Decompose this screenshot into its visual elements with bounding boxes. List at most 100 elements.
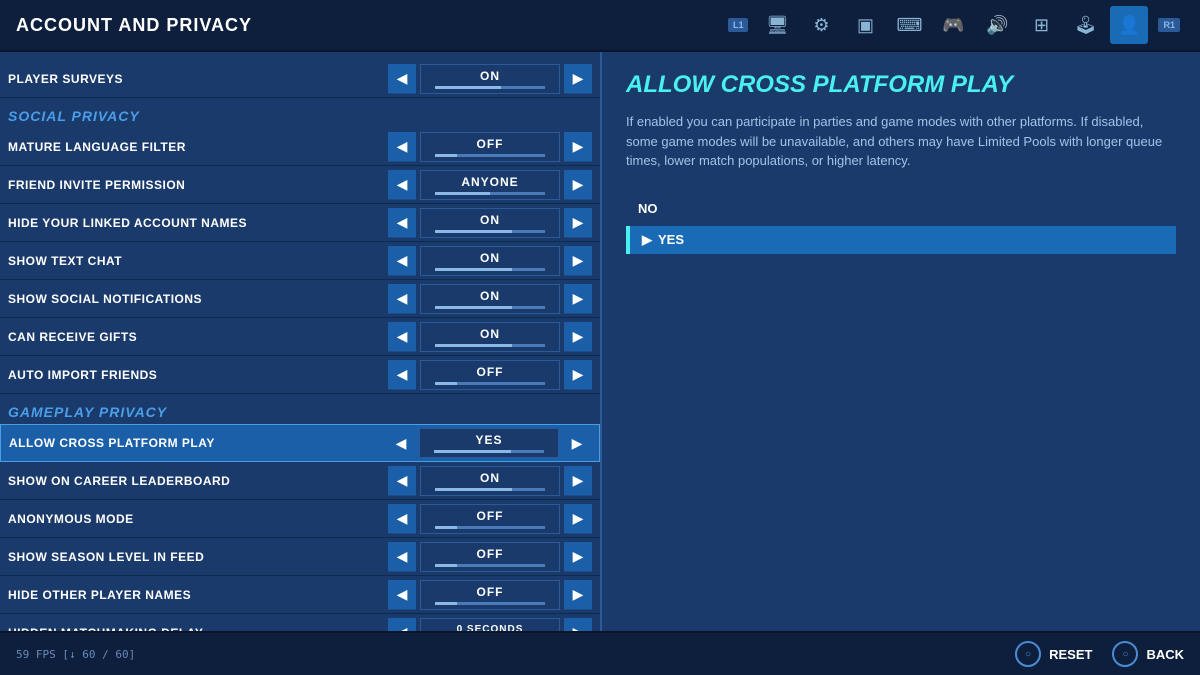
auto-import-slider	[435, 382, 545, 385]
setting-row-show-social: SHOW SOCIAL NOTIFICATIONS ◀ ON ▶	[0, 280, 600, 318]
player-surveys-right-btn[interactable]: ▶	[564, 64, 592, 94]
nav-icon-network[interactable]: ⊞	[1022, 6, 1060, 44]
receive-gifts-right-btn[interactable]: ▶	[564, 322, 592, 352]
reset-label: RESET	[1049, 647, 1092, 662]
receive-gifts-left-btn[interactable]: ◀	[388, 322, 416, 352]
auto-import-left-btn[interactable]: ◀	[388, 360, 416, 390]
anonymous-label: ANONYMOUS MODE	[8, 512, 388, 526]
mature-language-right-btn[interactable]: ▶	[564, 132, 592, 162]
nav-icon-speaker[interactable]: 🔊	[978, 6, 1016, 44]
show-social-right-btn[interactable]: ▶	[564, 284, 592, 314]
nav-icon-gamepad[interactable]: 🕹	[1066, 6, 1104, 44]
setting-row-hide-players: HIDE OTHER PLAYER NAMES ◀ OFF ▶	[0, 576, 600, 614]
setting-row-friend-invite: FRIEND INVITE PERMISSION ◀ ANYONE ▶	[0, 166, 600, 204]
hide-players-value-box: OFF	[420, 580, 560, 610]
anonymous-left-btn[interactable]: ◀	[388, 504, 416, 534]
friend-invite-left-btn[interactable]: ◀	[388, 170, 416, 200]
show-text-chat-right-btn[interactable]: ▶	[564, 246, 592, 276]
left-panel: PLAYER SURVEYS ◀ ON ▶ SOCIAL PRIVACY MAT…	[0, 52, 600, 631]
player-surveys-value-box: ON	[420, 64, 560, 94]
setting-row-season-level: SHOW SEASON LEVEL IN FEED ◀ OFF ▶	[0, 538, 600, 576]
option-list: NO ▶YES	[626, 195, 1176, 254]
mature-language-label: MATURE LANGUAGE FILTER	[8, 140, 388, 154]
cross-platform-right-btn[interactable]: ▶	[563, 428, 591, 458]
option-no[interactable]: NO	[626, 195, 1176, 222]
reset-icon: ○	[1015, 641, 1041, 667]
anonymous-right-btn[interactable]: ▶	[564, 504, 592, 534]
receive-gifts-slider	[435, 344, 545, 347]
option-yes[interactable]: ▶YES	[626, 226, 1176, 254]
nav-icon-person[interactable]: 👤	[1110, 6, 1148, 44]
nav-icon-controller1[interactable]: 🎮	[934, 6, 972, 44]
career-leaderboard-control: ◀ ON ▶	[388, 466, 592, 496]
nav-icon-gear[interactable]: ⚙	[802, 6, 840, 44]
nav-icon-monitor[interactable]: 🖥	[758, 6, 796, 44]
hide-players-right-btn[interactable]: ▶	[564, 580, 592, 610]
setting-row-auto-import: AUTO IMPORT FRIENDS ◀ OFF ▶	[0, 356, 600, 394]
matchmaking-delay-left-btn[interactable]: ◀	[388, 618, 416, 632]
setting-row-cross-platform[interactable]: ALLOW CROSS PLATFORM PLAY ◀ YES ▶	[0, 424, 600, 462]
season-level-value: OFF	[477, 547, 504, 561]
option-arrow: ▶	[642, 232, 652, 247]
detail-description: If enabled you can participate in partie…	[626, 112, 1176, 171]
setting-row-anonymous: ANONYMOUS MODE ◀ OFF ▶	[0, 500, 600, 538]
l1-badge[interactable]: L1	[728, 18, 749, 32]
show-social-value: ON	[480, 289, 500, 303]
career-leaderboard-label: SHOW ON CAREER LEADERBOARD	[8, 474, 388, 488]
auto-import-right-btn[interactable]: ▶	[564, 360, 592, 390]
setting-row-mature-language: MATURE LANGUAGE FILTER ◀ OFF ▶	[0, 128, 600, 166]
hide-linked-right-btn[interactable]: ▶	[564, 208, 592, 238]
hide-players-label: HIDE OTHER PLAYER NAMES	[8, 588, 388, 602]
matchmaking-delay-control: ◀ 0 Seconds ▶	[388, 618, 592, 632]
nav-icons: L1 🖥 ⚙ ▣ ⌨ 🎮 🔊 ⊞ 🕹 👤 R1	[724, 6, 1184, 44]
right-panel: ALLOW CROSS PLATFORM PLAY If enabled you…	[602, 52, 1200, 631]
season-level-left-btn[interactable]: ◀	[388, 542, 416, 572]
cross-platform-value-box: YES	[419, 428, 559, 458]
show-text-chat-control: ◀ ON ▶	[388, 246, 592, 276]
show-text-chat-label: SHOW TEXT CHAT	[8, 254, 388, 268]
nav-icon-display[interactable]: ▣	[846, 6, 884, 44]
matchmaking-delay-right-btn[interactable]: ▶	[564, 618, 592, 632]
main-content: PLAYER SURVEYS ◀ ON ▶ SOCIAL PRIVACY MAT…	[0, 52, 1200, 631]
receive-gifts-value-box: ON	[420, 322, 560, 352]
player-surveys-left-btn[interactable]: ◀	[388, 64, 416, 94]
auto-import-label: AUTO IMPORT FRIENDS	[8, 368, 388, 382]
matchmaking-delay-value-box: 0 Seconds	[420, 618, 560, 632]
career-leaderboard-value: ON	[480, 471, 500, 485]
matchmaking-delay-value: 0 Seconds	[457, 624, 524, 631]
show-text-chat-left-btn[interactable]: ◀	[388, 246, 416, 276]
cross-platform-left-btn[interactable]: ◀	[387, 428, 415, 458]
setting-row-receive-gifts: CAN RECEIVE GIFTS ◀ ON ▶	[0, 318, 600, 356]
career-leaderboard-right-btn[interactable]: ▶	[564, 466, 592, 496]
show-social-control: ◀ ON ▶	[388, 284, 592, 314]
friend-invite-value: ANYONE	[461, 175, 518, 189]
season-level-right-btn[interactable]: ▶	[564, 542, 592, 572]
bottom-bar: 59 FPS [↓ 60 / 60] ○ RESET ○ BACK	[0, 631, 1200, 675]
reset-button[interactable]: ○ RESET	[1015, 641, 1092, 667]
back-label: BACK	[1146, 647, 1184, 662]
season-level-control: ◀ OFF ▶	[388, 542, 592, 572]
cross-platform-value: YES	[475, 433, 502, 447]
player-surveys-slider	[435, 86, 545, 89]
friend-invite-label: FRIEND INVITE PERMISSION	[8, 178, 388, 192]
career-leaderboard-left-btn[interactable]: ◀	[388, 466, 416, 496]
nav-icon-keyboard[interactable]: ⌨	[890, 6, 928, 44]
friend-invite-right-btn[interactable]: ▶	[564, 170, 592, 200]
r1-badge[interactable]: R1	[1158, 18, 1180, 32]
hide-players-left-btn[interactable]: ◀	[388, 580, 416, 610]
friend-invite-control: ◀ ANYONE ▶	[388, 170, 592, 200]
show-social-left-btn[interactable]: ◀	[388, 284, 416, 314]
friend-invite-value-box: ANYONE	[420, 170, 560, 200]
auto-import-value: OFF	[477, 365, 504, 379]
player-surveys-value: ON	[480, 69, 500, 83]
career-leaderboard-slider	[435, 488, 545, 491]
back-button[interactable]: ○ BACK	[1112, 641, 1184, 667]
gameplay-privacy-header: GAMEPLAY PRIVACY	[0, 394, 600, 424]
player-surveys-control: ◀ ON ▶	[388, 64, 592, 94]
show-social-slider	[435, 306, 545, 309]
mature-language-left-btn[interactable]: ◀	[388, 132, 416, 162]
detail-title: ALLOW CROSS PLATFORM PLAY	[626, 72, 1176, 98]
player-surveys-row: PLAYER SURVEYS ◀ ON ▶	[0, 60, 600, 98]
setting-row-matchmaking-delay: HIDDEN MATCHMAKING DELAY ◀ 0 Seconds ▶	[0, 614, 600, 631]
hide-linked-left-btn[interactable]: ◀	[388, 208, 416, 238]
